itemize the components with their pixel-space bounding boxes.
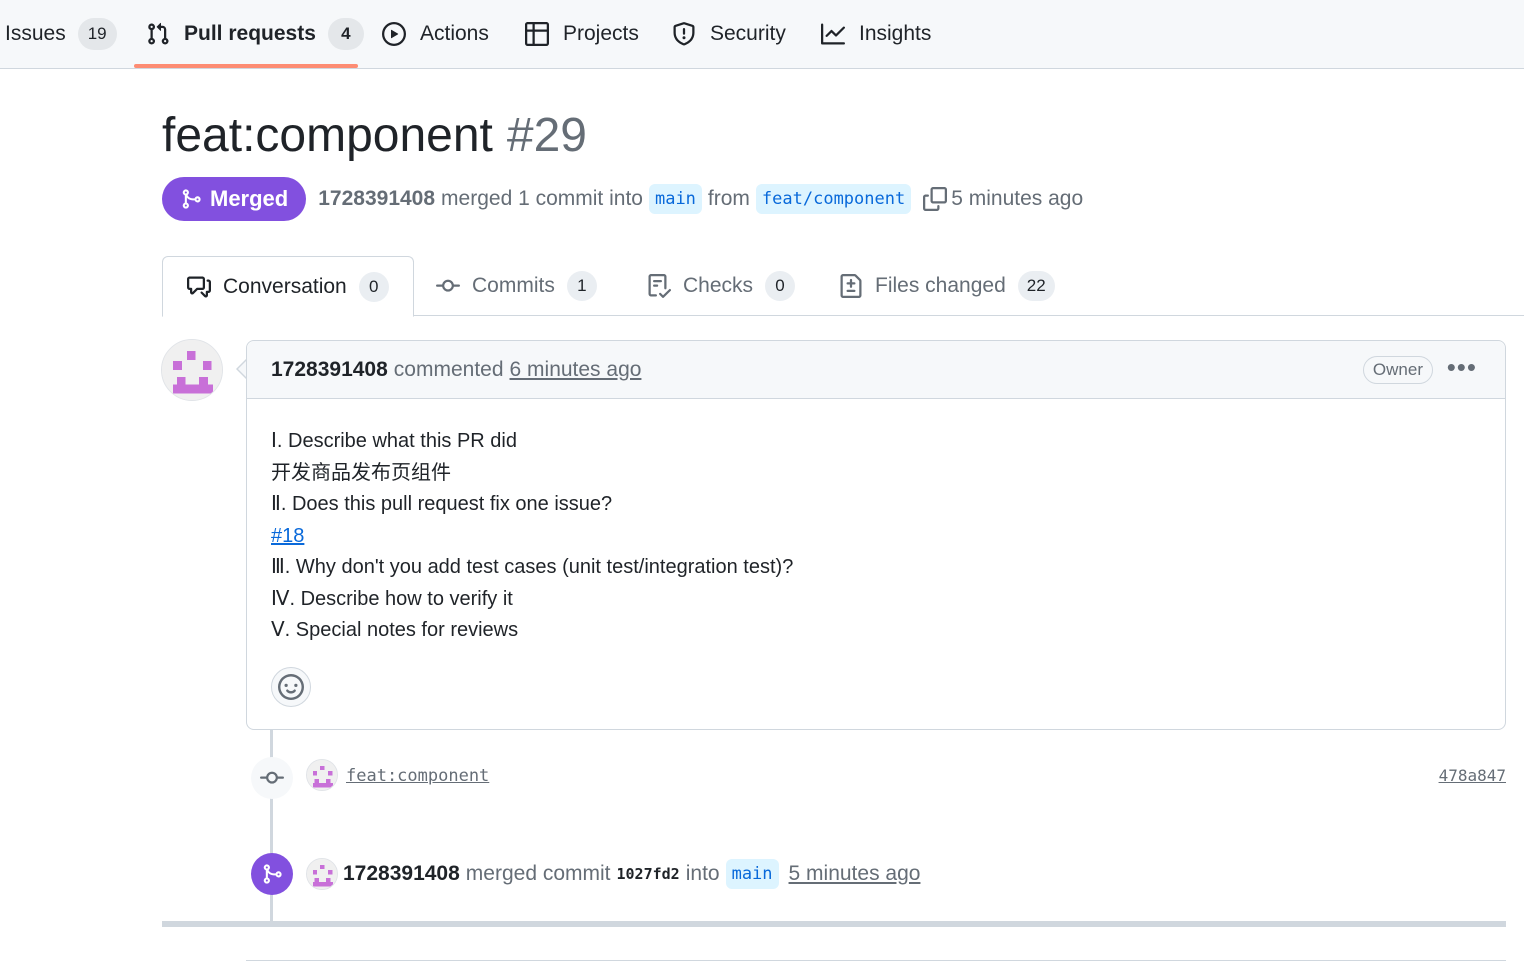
file-diff-icon [840, 274, 862, 298]
nav-issues-label: Issues [5, 22, 66, 45]
comment-line: Ⅳ. Describe how to verify it [271, 587, 513, 610]
tab-checks-label: Checks [683, 274, 754, 297]
comment-line: 开发商品发布页组件 [271, 461, 451, 484]
tab-files-changed[interactable]: Files changed 22 [839, 256, 1055, 316]
copy-branch-button[interactable] [923, 187, 948, 211]
comment-line: Ⅰ. Describe what this PR did [271, 430, 517, 452]
comment-action: commented [393, 357, 504, 381]
from-text: from [707, 187, 750, 210]
nav-projects[interactable]: Projects [525, 0, 639, 68]
graph-icon [821, 23, 845, 45]
git-commit-icon [260, 771, 284, 784]
pr-meta: Merged 1728391408 merged 1 commit into m… [162, 177, 1083, 221]
comment-line: Ⅲ. Why don't you add test cases (unit te… [271, 556, 794, 578]
merge-target-branch[interactable]: main [725, 859, 779, 889]
git-merge-icon [263, 864, 282, 884]
git-pull-request-icon [148, 22, 169, 45]
tab-commits-label: Commits [472, 274, 555, 297]
comment-body: Ⅰ. Describe what this PR did 开发商品发布页组件 Ⅱ… [247, 399, 1505, 647]
merge-node [251, 853, 293, 895]
commit-sha-link[interactable]: 478a847 [1439, 766, 1506, 785]
merge-time[interactable]: 5 minutes ago [951, 187, 1083, 211]
nav-security-label: Security [710, 22, 786, 45]
merge-event-text: merged commit [465, 862, 611, 885]
tab-conversation-label: Conversation [223, 274, 347, 298]
comment-line: Ⅴ. Special notes for reviews [271, 619, 519, 641]
nav-insights-label: Insights [859, 22, 932, 45]
pr-tabs: Conversation 0 Commits 1 Checks 0 Files … [162, 256, 1524, 317]
merge-into-text: into [685, 862, 720, 885]
comment-line: #18 [271, 521, 1481, 553]
merger-name[interactable]: 1728391408 [343, 862, 460, 886]
git-merge-icon [182, 189, 201, 209]
selected-nav-underline [134, 64, 358, 68]
comment-time[interactable]: 6 minutes ago [510, 358, 642, 382]
comment-discussion-icon [187, 276, 211, 297]
merge-text: merged 1 commit into [441, 187, 643, 210]
tab-files-changed-counter: 22 [1017, 271, 1055, 301]
identicon-image [162, 340, 222, 400]
tab-conversation-counter: 0 [358, 271, 389, 302]
git-commit-icon [436, 279, 460, 292]
pr-author[interactable]: 1728391408 [318, 187, 435, 211]
base-branch[interactable]: main [648, 184, 702, 214]
nav-projects-label: Projects [563, 22, 639, 45]
play-icon [382, 22, 406, 46]
merger-avatar[interactable] [306, 858, 338, 890]
tab-conversation[interactable]: Conversation 0 [162, 256, 414, 317]
repo-nav: Issues 19 Pull requests 4 Actions Projec… [0, 0, 1524, 69]
tab-checks[interactable]: Checks 0 [647, 256, 796, 316]
pull-requests-counter: 4 [327, 18, 364, 50]
owner-badge: Owner [1362, 356, 1433, 384]
merge-commit-sha[interactable]: 1027fd2 [617, 865, 680, 883]
tab-checks-counter: 0 [765, 271, 796, 301]
nav-pull-requests-label: Pull requests [184, 22, 316, 45]
smiley-icon [278, 674, 304, 700]
merged-state-badge: Merged [162, 177, 307, 221]
comment-header: 1728391408 commented 6 minutes ago Owner… [247, 341, 1505, 399]
tab-files-changed-label: Files changed [875, 274, 1006, 297]
nav-security[interactable]: Security [672, 0, 786, 68]
shield-icon [673, 22, 695, 46]
copy-icon [923, 187, 948, 211]
issue-link[interactable]: #18 [271, 525, 304, 547]
pr-title: feat:component #29 [162, 108, 587, 163]
comment-box: 1728391408 commented 6 minutes ago Owner… [246, 340, 1506, 730]
pr-title-text: feat:component [162, 109, 493, 162]
nav-insights[interactable]: Insights [821, 0, 931, 68]
issues-counter: 19 [77, 18, 117, 50]
head-branch[interactable]: feat/component [755, 184, 912, 214]
tab-commits[interactable]: Commits 1 [436, 256, 597, 316]
checklist-icon [648, 274, 671, 298]
avatar[interactable] [161, 339, 223, 401]
table-icon [525, 22, 549, 46]
commit-message-link[interactable]: feat:component [346, 766, 489, 786]
commit-node [251, 757, 293, 799]
pr-number: #29 [506, 109, 587, 162]
merge-event: 1728391408 merged commit 1027fd2 into ma… [343, 857, 920, 891]
kebab-horizontal-icon[interactable]: ••• [1447, 354, 1477, 380]
state-label: Merged [210, 186, 289, 211]
commit-author-avatar[interactable] [306, 759, 338, 791]
identicon-image [307, 859, 337, 889]
nav-actions[interactable]: Actions [382, 0, 489, 68]
nav-issues[interactable]: Issues 19 [5, 0, 117, 68]
comment-author[interactable]: 1728391408 [271, 358, 388, 382]
comment-line: Ⅱ. Does this pull request fix one issue? [271, 493, 613, 515]
timeline-divider [162, 921, 1506, 927]
merge-event-time[interactable]: 5 minutes ago [789, 862, 921, 886]
identicon-image [307, 760, 337, 790]
nav-actions-label: Actions [420, 22, 489, 45]
tab-commits-counter: 1 [566, 271, 597, 301]
add-reaction-button[interactable] [271, 667, 311, 707]
nav-pull-requests[interactable]: Pull requests 4 [146, 0, 364, 68]
